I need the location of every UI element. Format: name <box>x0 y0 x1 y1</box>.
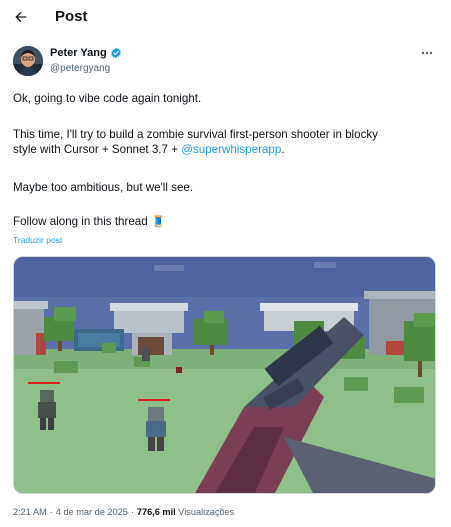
back-arrow-icon <box>15 11 27 23</box>
tweet-line-2a: This time, I'll try to build a zombie su… <box>13 128 378 141</box>
post-time[interactable]: 2:21 AM <box>13 507 47 517</box>
game-screenshot <box>14 257 435 493</box>
tweet-line-4-text: Follow along in this thread <box>13 215 148 228</box>
back-button[interactable] <box>10 6 32 28</box>
post-meta: 2:21 AM · 4 de mar de 2025 · 776,6 mil V… <box>13 507 234 517</box>
thread-emoji-icon: 🧵 <box>150 215 166 228</box>
mention-link[interactable]: @superwhisperapp <box>181 143 281 156</box>
more-options-button[interactable] <box>419 47 435 59</box>
author-name[interactable]: Peter Yang <box>50 47 107 59</box>
post-date[interactable]: 4 de mar de 2025 <box>56 507 128 517</box>
translate-post-link[interactable]: Traduzir post <box>13 235 62 245</box>
views-label: Visualizações <box>178 507 235 517</box>
tweet-line-2c-text: . <box>281 143 285 156</box>
author-block: Peter Yang @petergyang <box>13 45 438 79</box>
post-header: Post <box>0 0 451 36</box>
verified-badge-icon <box>110 47 121 59</box>
tweet-line-2b: style with Cursor + Sonnet 3.7 + @superw… <box>13 142 438 157</box>
tweet-line-1: Ok, going to vibe code again tonight. <box>13 92 202 105</box>
tweet-line-4: Follow along in this thread 🧵 <box>13 214 438 229</box>
author-handle[interactable]: @petergyang <box>50 63 110 74</box>
page-title: Post <box>55 8 88 25</box>
more-dots-icon <box>421 51 433 55</box>
tweet-line-2b-text: style with Cursor + Sonnet 3.7 + <box>13 143 182 156</box>
zombie-far <box>142 347 150 361</box>
meta-separator: · <box>49 507 53 517</box>
avatar[interactable] <box>13 46 43 76</box>
views-count: 776,6 mil <box>136 507 176 517</box>
meta-separator-2: · <box>130 507 134 517</box>
post-media-image[interactable] <box>13 256 436 494</box>
tweet-line-3: Maybe too ambitious, but we'll see. <box>13 181 194 194</box>
